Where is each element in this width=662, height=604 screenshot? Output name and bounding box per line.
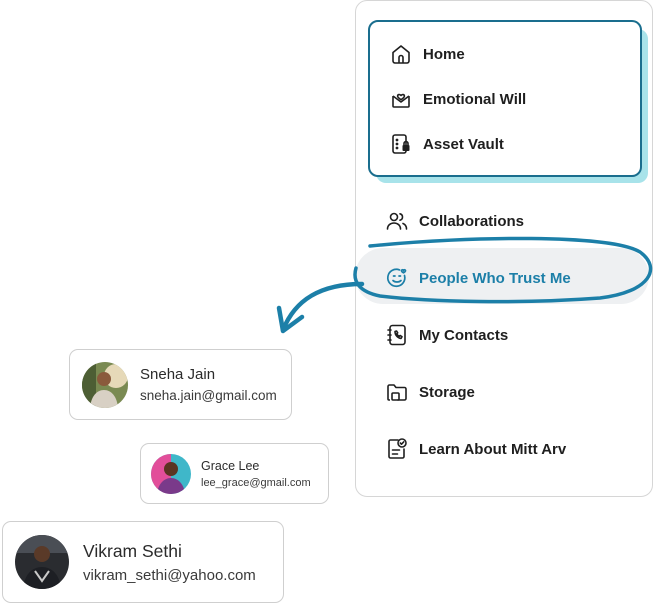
contact-email: sneha.jain@gmail.com xyxy=(140,388,277,403)
contact-info: Grace Lee lee_grace@gmail.com xyxy=(201,459,311,489)
nav-item-storage[interactable]: Storage xyxy=(385,378,475,406)
contact-card-vikram[interactable]: Vikram Sethi vikram_sethi@yahoo.com xyxy=(2,521,284,603)
smile-heart-icon xyxy=(385,266,409,290)
contact-info: Vikram Sethi vikram_sethi@yahoo.com xyxy=(83,541,256,584)
avatar xyxy=(151,453,191,494)
annotation-arrow xyxy=(276,236,653,334)
contact-card-grace[interactable]: Grace Lee lee_grace@gmail.com xyxy=(140,443,329,504)
contact-info: Sneha Jain sneha.jain@gmail.com xyxy=(140,366,277,403)
avatar xyxy=(82,361,128,408)
contact-email: vikram_sethi@yahoo.com xyxy=(83,566,256,584)
nav-label-my-contacts: My Contacts xyxy=(419,326,509,344)
avatar xyxy=(15,535,69,589)
contact-name: Sneha Jain xyxy=(140,366,216,383)
learn-check-icon xyxy=(385,437,409,461)
contact-name: Vikram Sethi xyxy=(83,540,182,561)
nav-item-learn-about[interactable]: Learn About Mitt Arv xyxy=(385,435,566,463)
folder-icon xyxy=(385,380,409,404)
nav-label-storage: Storage xyxy=(419,383,475,401)
nav-label-people-who-trust-me: People Who Trust Me xyxy=(419,269,571,287)
contacts-phone-icon xyxy=(385,323,409,347)
nav-item-people-who-trust-me[interactable]: People Who Trust Me xyxy=(385,264,571,292)
contact-name: Grace Lee xyxy=(201,458,260,473)
contact-card-sneha[interactable]: Sneha Jain sneha.jain@gmail.com xyxy=(69,349,292,420)
nav-item-my-contacts[interactable]: My Contacts xyxy=(385,321,508,349)
nav-label-learn-about: Learn About Mitt Arv xyxy=(419,440,567,458)
contact-email: lee_grace@gmail.com xyxy=(201,476,311,489)
